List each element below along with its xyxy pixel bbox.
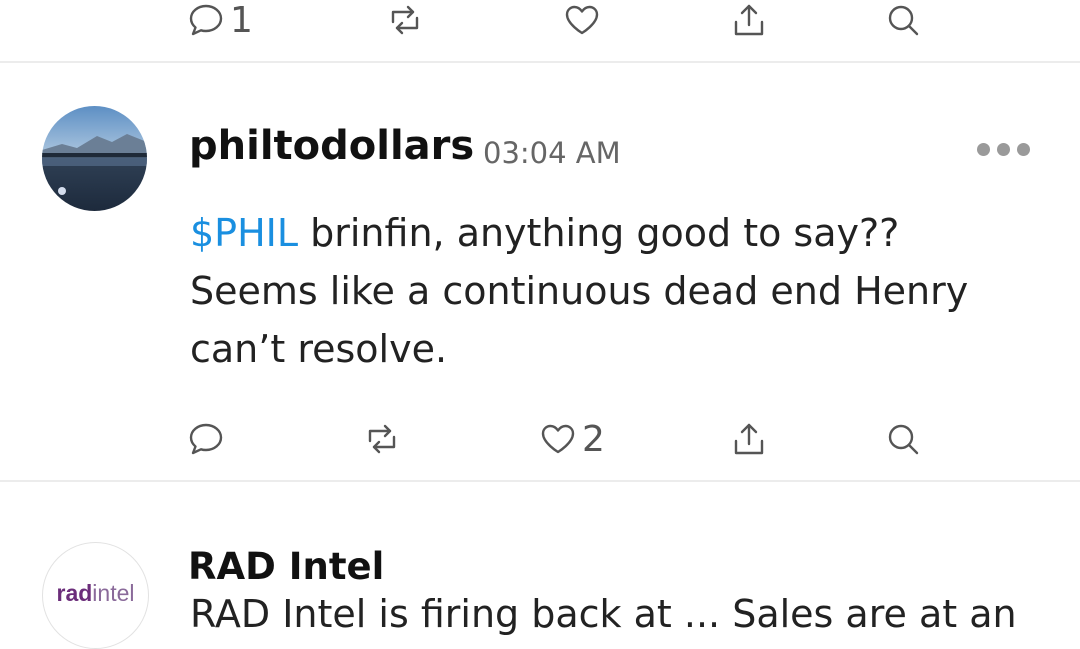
search-icon [888, 5, 919, 36]
reply-button[interactable]: 1 [186, 0, 253, 45]
heart-icon [541, 424, 575, 454]
share-button[interactable] [729, 0, 769, 45]
heart-icon [565, 5, 599, 35]
post-line-1-text: brinfin, anything good to say?? [298, 211, 900, 255]
repost-button[interactable] [385, 0, 425, 45]
previous-post-action-bar: 1 [0, 0, 1080, 45]
divider [0, 61, 1080, 63]
like-count: 2 [582, 418, 605, 460]
repost-icon [368, 424, 396, 454]
avatar[interactable] [42, 106, 147, 211]
repost-button[interactable] [362, 414, 402, 464]
post-line-2: Seems like a continuous dead end Henry [190, 269, 969, 313]
like-button[interactable] [562, 0, 602, 45]
dot [977, 143, 990, 156]
reply-count: 1 [230, 0, 253, 41]
post-action-bar: 2 [0, 414, 1080, 464]
post-body: $PHIL brinfin, anything good to say?? Se… [190, 204, 1050, 378]
search-button[interactable] [883, 414, 923, 464]
dot [997, 143, 1010, 156]
post-username[interactable]: RAD Intel [188, 545, 384, 588]
share-icon [734, 423, 764, 455]
post-line-3: can’t resolve. [190, 327, 448, 371]
search-icon [888, 424, 919, 455]
divider [0, 480, 1080, 482]
repost-icon [391, 5, 419, 35]
search-button[interactable] [883, 0, 923, 45]
avatar[interactable]: radintel [42, 542, 149, 649]
avatar-logo: radintel [43, 580, 148, 607]
like-button[interactable]: 2 [538, 414, 605, 464]
avatar-lake-image [42, 106, 147, 211]
logo-text-rad: rad [56, 580, 93, 606]
logo-text-intel: intel [92, 580, 135, 606]
cashtag-link[interactable]: $PHIL [190, 211, 298, 255]
more-options-button[interactable] [977, 143, 1030, 156]
post-username[interactable]: philtodollars [189, 123, 474, 169]
post-preview-text: RAD Intel is firing back at ... Sales ar… [190, 592, 1017, 636]
comment-icon [189, 423, 223, 455]
share-button[interactable] [729, 414, 769, 464]
post-line-1: $PHIL brinfin, anything good to say?? [190, 204, 1050, 262]
share-icon [734, 4, 764, 36]
comment-icon [189, 4, 223, 36]
dot [1017, 143, 1030, 156]
reply-button[interactable] [186, 414, 226, 464]
post-timestamp: 03:04 AM [483, 136, 621, 170]
